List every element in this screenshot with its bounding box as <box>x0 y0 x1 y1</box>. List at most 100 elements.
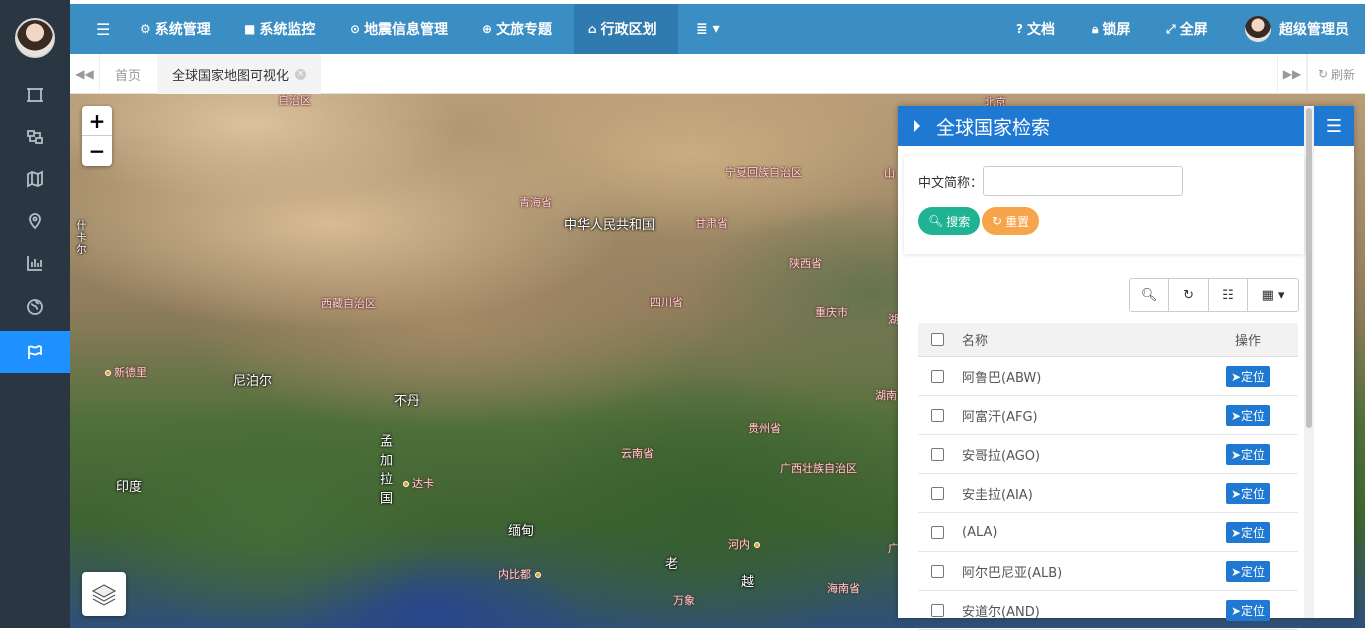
table-row: 阿鲁巴(ABW) ➤定位 <box>918 357 1298 396</box>
row-checkbox[interactable] <box>931 603 944 617</box>
location-pin-icon <box>29 213 41 230</box>
locate-button[interactable]: ➤定位 <box>1225 404 1271 426</box>
tab-scroll-right-button[interactable]: ▶▶ <box>1277 54 1307 94</box>
map-label-country: 缅甸 <box>508 524 535 539</box>
docs-button[interactable]: ? 文档 <box>1002 4 1069 54</box>
locate-button[interactable]: ➤定位 <box>1225 482 1271 504</box>
row-checkbox[interactable] <box>931 525 944 539</box>
map-label-country: 老 <box>665 557 679 572</box>
menu-system-management[interactable]: ⚙ 系统管理 <box>126 4 225 54</box>
panel-scrollbar[interactable] <box>1304 106 1314 618</box>
send-icon: ➤ <box>1230 408 1242 423</box>
send-icon: ➤ <box>1230 447 1242 462</box>
panel-header[interactable]: 全球国家检索 <box>898 106 1304 146</box>
menu-more-dropdown[interactable]: ≣ ▾ <box>682 4 738 54</box>
locate-label: 定位 <box>1241 564 1266 579</box>
search-button[interactable]: 🔍︎ 搜索 <box>918 207 981 235</box>
locate-button[interactable]: ➤定位 <box>1225 365 1271 387</box>
row-checkbox[interactable] <box>931 408 944 422</box>
tab-global-country-map[interactable]: 全球国家地图可视化 × <box>157 54 322 94</box>
menu-label: 系统监控 <box>259 22 316 38</box>
table-columns-button[interactable]: ▦ ▾ <box>1248 279 1298 311</box>
reset-button-label: 重置 <box>1005 214 1030 229</box>
grid-dropdown-icon: ▦ ▾ <box>1261 287 1285 303</box>
sidebar-item-location[interactable] <box>0 200 70 242</box>
op-cell: ➤定位 <box>1198 443 1298 465</box>
sidebar-item-flag[interactable] <box>0 331 70 373</box>
send-icon: ➤ <box>1230 525 1242 540</box>
row-checkbox[interactable] <box>931 369 944 383</box>
menu-culture-tourism[interactable]: ⊕ 文旅专题 <box>468 4 566 54</box>
sidebar-item-frame[interactable] <box>0 74 70 116</box>
country-name: 安道尔(AND) <box>962 604 1040 620</box>
map-label: 陕西省 <box>789 257 822 270</box>
locate-label: 定位 <box>1241 486 1266 501</box>
table-row: 阿尔巴尼亚(ALB) ➤定位 <box>918 552 1298 591</box>
refresh-icon: ↻ <box>992 214 1003 228</box>
map-label-city: 河内 <box>728 536 763 552</box>
country-name: (ALA) <box>962 524 998 540</box>
map-label-country: 印度 <box>116 480 143 495</box>
op-cell: ➤定位 <box>1198 599 1298 621</box>
sidebar-item-chart[interactable] <box>0 242 70 284</box>
hamburger-icon: ☰ <box>96 19 111 39</box>
table-toggle-view-button[interactable]: ☷ <box>1209 279 1249 311</box>
table-refresh-button[interactable]: ↻ <box>1169 279 1209 311</box>
list-icon: ☷ <box>1222 287 1234 303</box>
gear-icon: ⚙ <box>140 22 151 36</box>
map-label: 云南省 <box>621 447 654 460</box>
map-label-city: 万象 <box>673 592 695 608</box>
chinese-name-input[interactable] <box>983 166 1183 196</box>
question-icon: ? <box>1016 22 1023 36</box>
select-all-checkbox[interactable] <box>931 333 944 346</box>
send-icon: ➤ <box>1230 603 1242 618</box>
locate-button[interactable]: ➤定位 <box>1225 599 1271 621</box>
city-name: 新德里 <box>114 366 147 379</box>
map-label-country: 孟加拉国 <box>377 434 392 510</box>
fullscreen-button[interactable]: ⤢ 全屏 <box>1152 4 1222 54</box>
reset-button[interactable]: ↻ 重置 <box>982 207 1040 235</box>
zoom-out-button[interactable]: − <box>82 136 112 166</box>
row-checkbox[interactable] <box>931 564 944 578</box>
refresh-button[interactable]: ↻ 刷新 <box>1307 54 1365 94</box>
op-cell: ➤定位 <box>1198 404 1298 426</box>
user-menu[interactable]: 超级管理员 <box>1231 4 1363 54</box>
lock-screen-button[interactable]: 🔒︎ 锁屏 <box>1078 4 1144 54</box>
table-row: 安道尔(AND) ➤定位 <box>918 591 1298 630</box>
layer-switch-button[interactable] <box>82 572 126 616</box>
search-button-label: 搜索 <box>946 214 971 229</box>
panel-toggle-button[interactable]: ☰ <box>1314 106 1354 146</box>
city-name: 达卡 <box>412 477 434 490</box>
tab-scroll-left-button[interactable]: ◀◀ <box>70 54 100 94</box>
locate-button[interactable]: ➤定位 <box>1225 443 1271 465</box>
country-name: 阿鲁巴(ABW) <box>962 370 1042 386</box>
scrollbar-thumb[interactable] <box>1306 108 1312 428</box>
close-icon[interactable]: × <box>295 68 307 80</box>
country-name: 阿富汗(AFG) <box>962 409 1038 425</box>
sidebar-item-layout[interactable] <box>0 116 70 158</box>
row-checkbox[interactable] <box>931 447 944 461</box>
locate-button[interactable]: ➤定位 <box>1225 560 1271 582</box>
menu-administrative-division[interactable]: ⌂ 行政区划 <box>574 4 678 54</box>
menu-system-monitor[interactable]: ■ 系统监控 <box>230 4 329 54</box>
menu-label: 文旅专题 <box>496 22 553 38</box>
avatar[interactable] <box>15 18 55 58</box>
map-icon <box>27 170 43 188</box>
sidebar-item-map[interactable] <box>0 158 70 200</box>
row-checkbox[interactable] <box>931 486 944 500</box>
tab-home[interactable]: 首页 <box>100 54 156 94</box>
flag-icon <box>28 345 42 359</box>
locate-button[interactable]: ➤定位 <box>1225 521 1271 543</box>
send-icon: ➤ <box>1230 369 1242 384</box>
video-icon: ■ <box>244 22 256 36</box>
menu-toggle-button[interactable]: ☰ <box>82 4 128 54</box>
map-label-city: 内比都 <box>498 566 544 582</box>
sidebar-item-globe[interactable] <box>0 286 70 328</box>
table-search-button[interactable]: 🔍︎ <box>1130 279 1170 311</box>
double-left-icon: ◀◀ <box>75 67 94 81</box>
map-label: 湖南 <box>875 389 897 402</box>
zoom-in-button[interactable]: + <box>82 106 112 136</box>
menu-earthquake-info[interactable]: ⊙ 地震信息管理 <box>336 4 462 54</box>
locate-label: 定位 <box>1241 369 1266 384</box>
map-label: 青海省 <box>519 196 552 209</box>
